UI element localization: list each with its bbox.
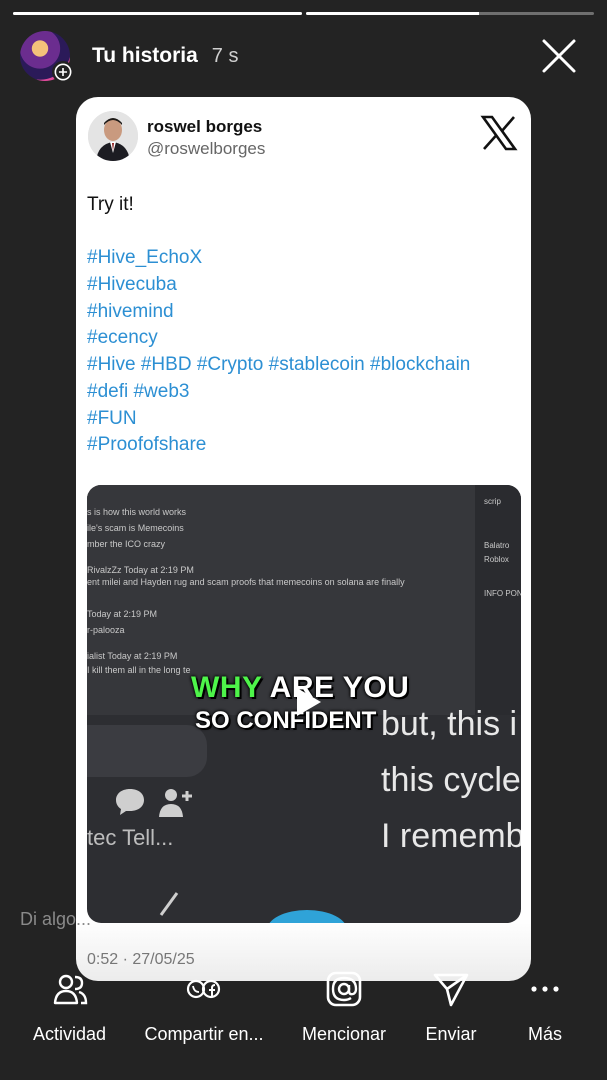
shared-post-card[interactable]: roswel borges @roswelborges Try it! #Hive… [76,97,531,981]
mic-muted-icon [159,892,179,916]
people-icon [53,974,87,1005]
add-story-icon[interactable] [52,61,74,83]
author-name: roswel borges [147,117,263,136]
reply-input[interactable]: Di algo... [20,909,91,930]
video-chat-line: r-palooza [87,625,125,635]
hashtag-line[interactable]: #Hive_EchoX [87,245,470,272]
video-thumbnail[interactable]: s is how this world works ile's scam is M… [87,485,521,923]
video-chat-line: Today at 2:19 PM [87,609,158,619]
play-icon[interactable] [290,685,324,719]
mention-button[interactable]: Mencionar [269,970,419,1060]
activity-label: Actividad [32,1024,107,1044]
mention-icon [326,971,362,1007]
video-sidebar-line: INFO PON [484,589,521,598]
video-big-text: this cycle [381,761,521,799]
video-big-text: I rememb [381,817,521,855]
video-big-text: but, this i [381,705,518,743]
video-chat-line: I kill them all in the long te [87,665,191,675]
share-to-label: Compartir en... [144,1024,264,1044]
video-chat-line: ialist Today at 2:19 PM [87,651,178,661]
video-chat-line: ile's scam is Memecoins [87,523,184,533]
close-icon[interactable] [539,36,579,76]
author-avatar [88,111,138,161]
more-label: Más [527,1024,562,1044]
story-time: 7 s [211,44,239,67]
video-caption-line2: SO CONFIDENT [195,707,377,734]
video-chat-line: RivalzZz Today at 2:19 PM [87,565,194,575]
video-pill [87,725,207,777]
story-header: Tu historia 7 s [20,30,593,83]
hashtag-line[interactable]: #hivemind [87,299,470,326]
author-handle: @roswelborges [147,139,266,158]
story-username[interactable]: Tu historia [92,44,198,68]
more-button[interactable]: Más [483,970,607,1060]
story-progress [13,12,594,15]
more-icon [531,986,559,992]
send-button[interactable]: Enviar [419,970,483,1060]
post-header: roswel borges @roswelborges [76,97,531,177]
post-date: 0:52 · 27/05/25 [87,951,195,968]
send-icon [433,973,469,1007]
video-chat-line: ent milei and Hayden rug and scam proofs… [87,577,405,587]
hashtag-line[interactable]: #ecency [87,325,470,352]
mention-label: Mencionar [301,1024,387,1044]
hashtag-line[interactable]: #Hivecuba [87,272,470,299]
video-chat-line: mber the ICO crazy [87,539,166,549]
avatar[interactable] [20,31,74,83]
share-apps-icon [186,979,221,999]
story-actions-bar: Actividad Compartir en... Mencionar Envi… [0,970,607,1060]
progress-segment-1 [13,12,302,15]
hashtag-line[interactable]: #Proofofshare [87,432,470,459]
send-label: Enviar [425,1024,477,1044]
activity-button[interactable]: Actividad [0,970,139,1060]
chat-bubble-icon [116,789,144,815]
progress-segment-2 [305,12,594,15]
share-to-button[interactable]: Compartir en... [139,970,269,1060]
x-logo-icon [480,115,518,151]
add-friend-icon [159,789,192,817]
video-sidebar-line: Roblox [484,555,509,564]
video-chat-line: s is how this world works [87,507,187,517]
hashtag-line[interactable]: #Hive #HBD #Crypto #stablecoin #blockcha… [87,352,470,379]
video-blue-shape [267,910,347,923]
post-text: Try it! #Hive_EchoX #Hivecuba #hivemind #ece… [87,192,470,459]
video-sidebar-line: Balatro [484,541,510,550]
video-menu-text: tec Tell... [87,825,174,850]
video-sidebar [475,485,521,715]
video-sidebar-line: scrip [484,497,501,506]
hashtag-line[interactable]: #FUN [87,406,470,433]
hashtag-line[interactable]: #defi #web3 [87,379,470,406]
post-line: Try it! [87,194,134,215]
